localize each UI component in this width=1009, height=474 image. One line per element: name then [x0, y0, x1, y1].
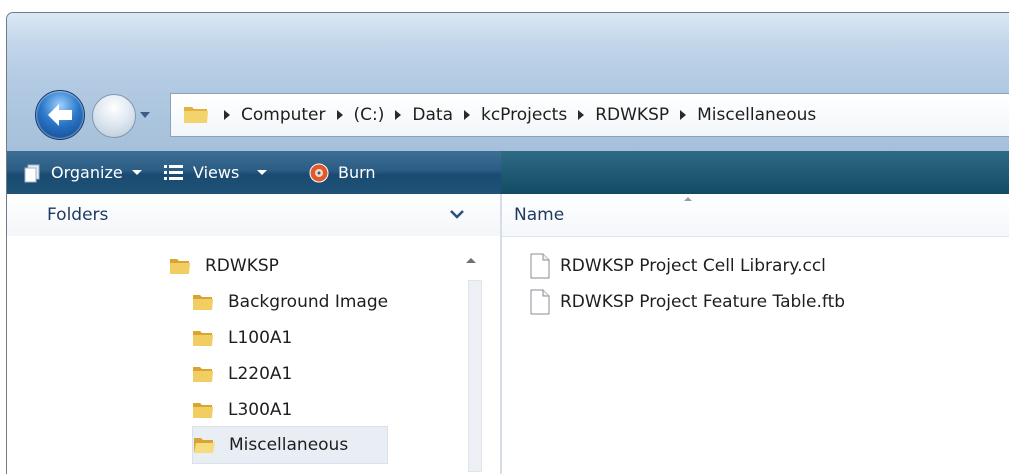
column-header-name-label: Name	[514, 205, 565, 225]
tree-item-l100a1[interactable]: L100A1	[192, 320, 292, 356]
scrollbar-thumb[interactable]	[468, 280, 482, 472]
chevron-down-icon	[257, 170, 268, 175]
file-list-pane: Name RDWKSP Project Cell Library.ccl RDW…	[502, 194, 1009, 474]
tree-item-l220a1[interactable]: L220A1	[192, 356, 292, 392]
organize-icon	[24, 164, 40, 182]
tree-item-label: Background Image	[228, 292, 389, 312]
tree-item-rdwksp[interactable]: RDWKSP	[169, 248, 279, 284]
file-icon	[530, 289, 550, 315]
breadcrumb-separator-icon[interactable]	[224, 110, 230, 120]
folder-icon	[193, 367, 213, 382]
organize-label: Organize	[51, 163, 123, 182]
folder-icon	[170, 259, 190, 274]
breadcrumb-rdwksp[interactable]: RDWKSP	[595, 105, 669, 125]
column-header-name[interactable]: Name	[502, 194, 1009, 237]
forward-button[interactable]	[92, 94, 136, 138]
breadcrumb-separator-icon[interactable]	[395, 110, 402, 120]
scroll-up-icon[interactable]	[466, 258, 476, 263]
organize-button[interactable]: Organize	[23, 151, 142, 194]
folders-title: Folders	[47, 205, 109, 225]
tree-item-label: Miscellaneous	[229, 435, 349, 455]
file-icon	[530, 253, 550, 279]
tree-item-label: L220A1	[228, 364, 293, 384]
views-label: Views	[193, 163, 240, 182]
folders-header[interactable]: Folders	[7, 194, 500, 236]
window-frame: Computer (C:) Data kcProjects RDWKSP Mis…	[7, 13, 1009, 151]
command-toolbar: Organize Views Burn	[7, 151, 1009, 194]
tree-item-background-image[interactable]: Background Image	[192, 284, 388, 320]
chevron-down-icon[interactable]	[449, 206, 465, 222]
chevron-down-icon	[131, 170, 142, 175]
folder-icon	[184, 107, 208, 123]
burn-label: Burn	[338, 163, 376, 182]
recent-pages-dropdown-icon[interactable]	[138, 108, 152, 122]
breadcrumb-kcprojects[interactable]: kcProjects	[481, 105, 567, 125]
tree-item-label: L300A1	[228, 400, 293, 420]
breadcrumb-computer[interactable]: Computer	[241, 105, 326, 125]
tree-item-label: RDWKSP	[205, 256, 279, 276]
tree-item-miscellaneous[interactable]: Miscellaneous	[192, 426, 388, 464]
explorer-window: Computer (C:) Data kcProjects RDWKSP Mis…	[6, 12, 1009, 474]
burn-button[interactable]: Burn	[308, 151, 376, 194]
folder-icon	[193, 295, 213, 310]
folder-icon	[193, 403, 213, 418]
breadcrumb-separator-icon[interactable]	[680, 110, 687, 120]
back-button[interactable]	[35, 90, 85, 140]
views-button[interactable]: Views	[163, 151, 268, 194]
breadcrumb-miscellaneous[interactable]: Miscellaneous	[697, 105, 816, 125]
breadcrumb: Computer (C:) Data kcProjects RDWKSP Mis…	[213, 94, 816, 136]
views-icon	[164, 164, 183, 180]
breadcrumb-data[interactable]: Data	[412, 105, 453, 125]
breadcrumb-c-drive[interactable]: (C:)	[354, 105, 385, 125]
folders-scrollbar[interactable]	[462, 236, 484, 474]
folders-pane: Folders RDWKSP Background Image L100A1 L…	[7, 194, 500, 474]
breadcrumb-separator-icon[interactable]	[336, 110, 343, 120]
burn-disc-icon	[309, 163, 329, 182]
file-row[interactable]: RDWKSP Project Cell Library.ccl	[530, 248, 826, 284]
tree-item-l300a1[interactable]: L300A1	[192, 392, 292, 428]
breadcrumb-separator-icon[interactable]	[578, 110, 585, 120]
folder-icon	[193, 331, 213, 346]
file-name: RDWKSP Project Cell Library.ccl	[560, 256, 826, 276]
address-bar[interactable]: Computer (C:) Data kcProjects RDWKSP Mis…	[170, 93, 1009, 137]
breadcrumb-separator-icon[interactable]	[463, 110, 470, 120]
sort-ascending-icon	[684, 197, 692, 201]
file-name: RDWKSP Project Feature Table.ftb	[560, 292, 846, 312]
file-row[interactable]: RDWKSP Project Feature Table.ftb	[530, 284, 845, 320]
back-arrow-icon	[48, 104, 72, 126]
tree-item-label: L100A1	[228, 328, 293, 348]
folder-open-icon	[194, 438, 215, 453]
